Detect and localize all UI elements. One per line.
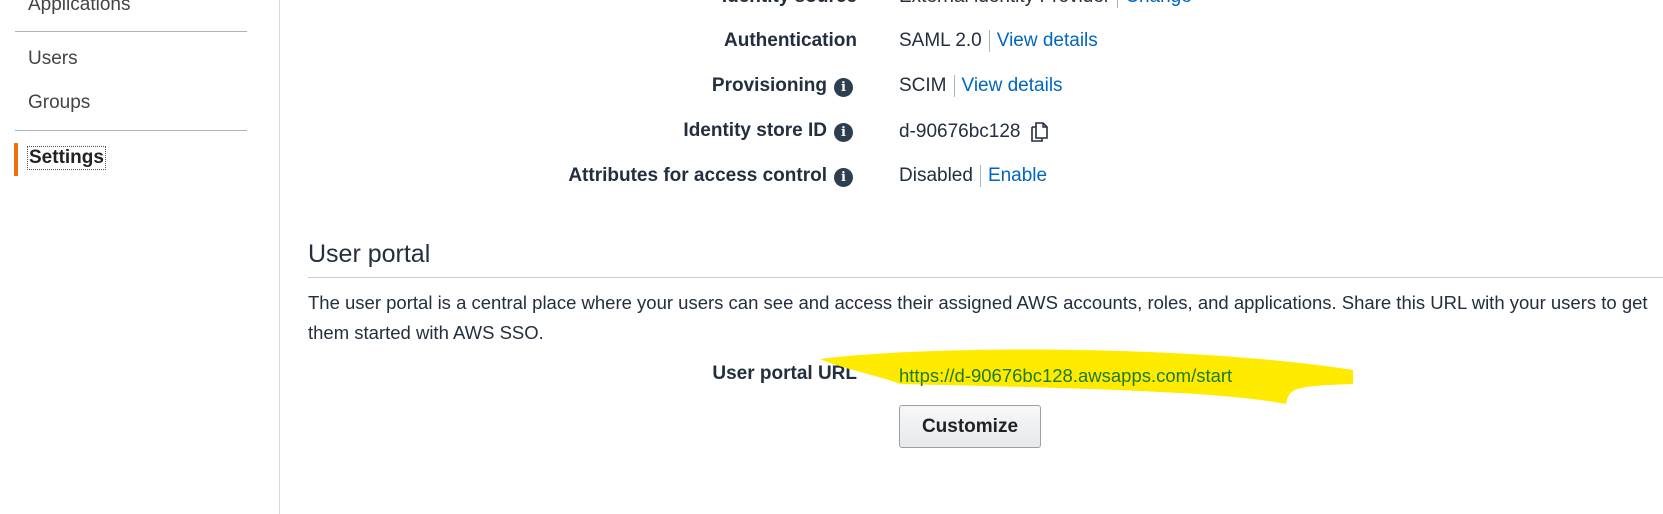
identity-store-id-value: d-90676bc128	[899, 121, 1021, 142]
identity-store-id-label: Identity store ID	[683, 120, 827, 141]
sidebar-item-users[interactable]: Users	[28, 48, 78, 70]
provisioning-view-details-link[interactable]: View details	[962, 75, 1063, 97]
sidebar-divider	[15, 130, 247, 131]
separator	[979, 165, 981, 187]
info-icon[interactable]: i	[834, 78, 853, 97]
provisioning-value: SCIM	[899, 75, 947, 96]
separator	[953, 75, 955, 97]
change-identity-source-link[interactable]: Change	[1125, 0, 1192, 8]
info-icon[interactable]: i	[834, 123, 853, 142]
info-icon[interactable]: i	[834, 168, 853, 187]
sidebar: Applications Users Groups Settings	[0, 0, 280, 514]
user-portal-description: The user portal is a central place where…	[308, 292, 1648, 343]
active-indicator	[14, 143, 18, 176]
abac-label: Attributes for access control	[568, 165, 827, 186]
enable-abac-link[interactable]: Enable	[988, 165, 1047, 187]
copy-icon[interactable]	[1029, 120, 1051, 144]
provisioning-value-group: SCIM View details	[899, 75, 1063, 97]
identity-store-id-value-group: d-90676bc128	[899, 120, 1051, 144]
abac-value: Disabled	[899, 165, 973, 186]
identity-source-value: External identity Provider	[899, 0, 1110, 8]
identity-source-label: Identity source	[722, 0, 857, 8]
settings-page: Applications Users Groups Settings Ident…	[0, 0, 1663, 514]
provisioning-label: Provisioning	[711, 75, 827, 96]
separator	[988, 30, 990, 52]
user-portal-url[interactable]: https://d-90676bc128.awsapps.com/start	[899, 365, 1232, 387]
sidebar-item-settings[interactable]: Settings	[27, 146, 106, 170]
authentication-value-group: SAML 2.0 View details	[899, 30, 1098, 52]
identity-source-value-group: External identity Provider Change	[899, 0, 1192, 8]
authentication-label: Authentication	[724, 30, 857, 51]
sidebar-divider	[15, 31, 247, 32]
separator	[1117, 0, 1119, 8]
sidebar-item-applications[interactable]: Applications	[28, 0, 130, 16]
section-divider	[308, 277, 1663, 278]
authentication-value: SAML 2.0	[899, 30, 982, 51]
customize-button[interactable]: Customize	[899, 405, 1041, 448]
user-portal-heading: User portal	[308, 240, 431, 268]
sidebar-item-groups[interactable]: Groups	[28, 92, 90, 114]
authentication-view-details-link[interactable]: View details	[997, 30, 1098, 52]
abac-value-group: Disabled Enable	[899, 165, 1047, 187]
